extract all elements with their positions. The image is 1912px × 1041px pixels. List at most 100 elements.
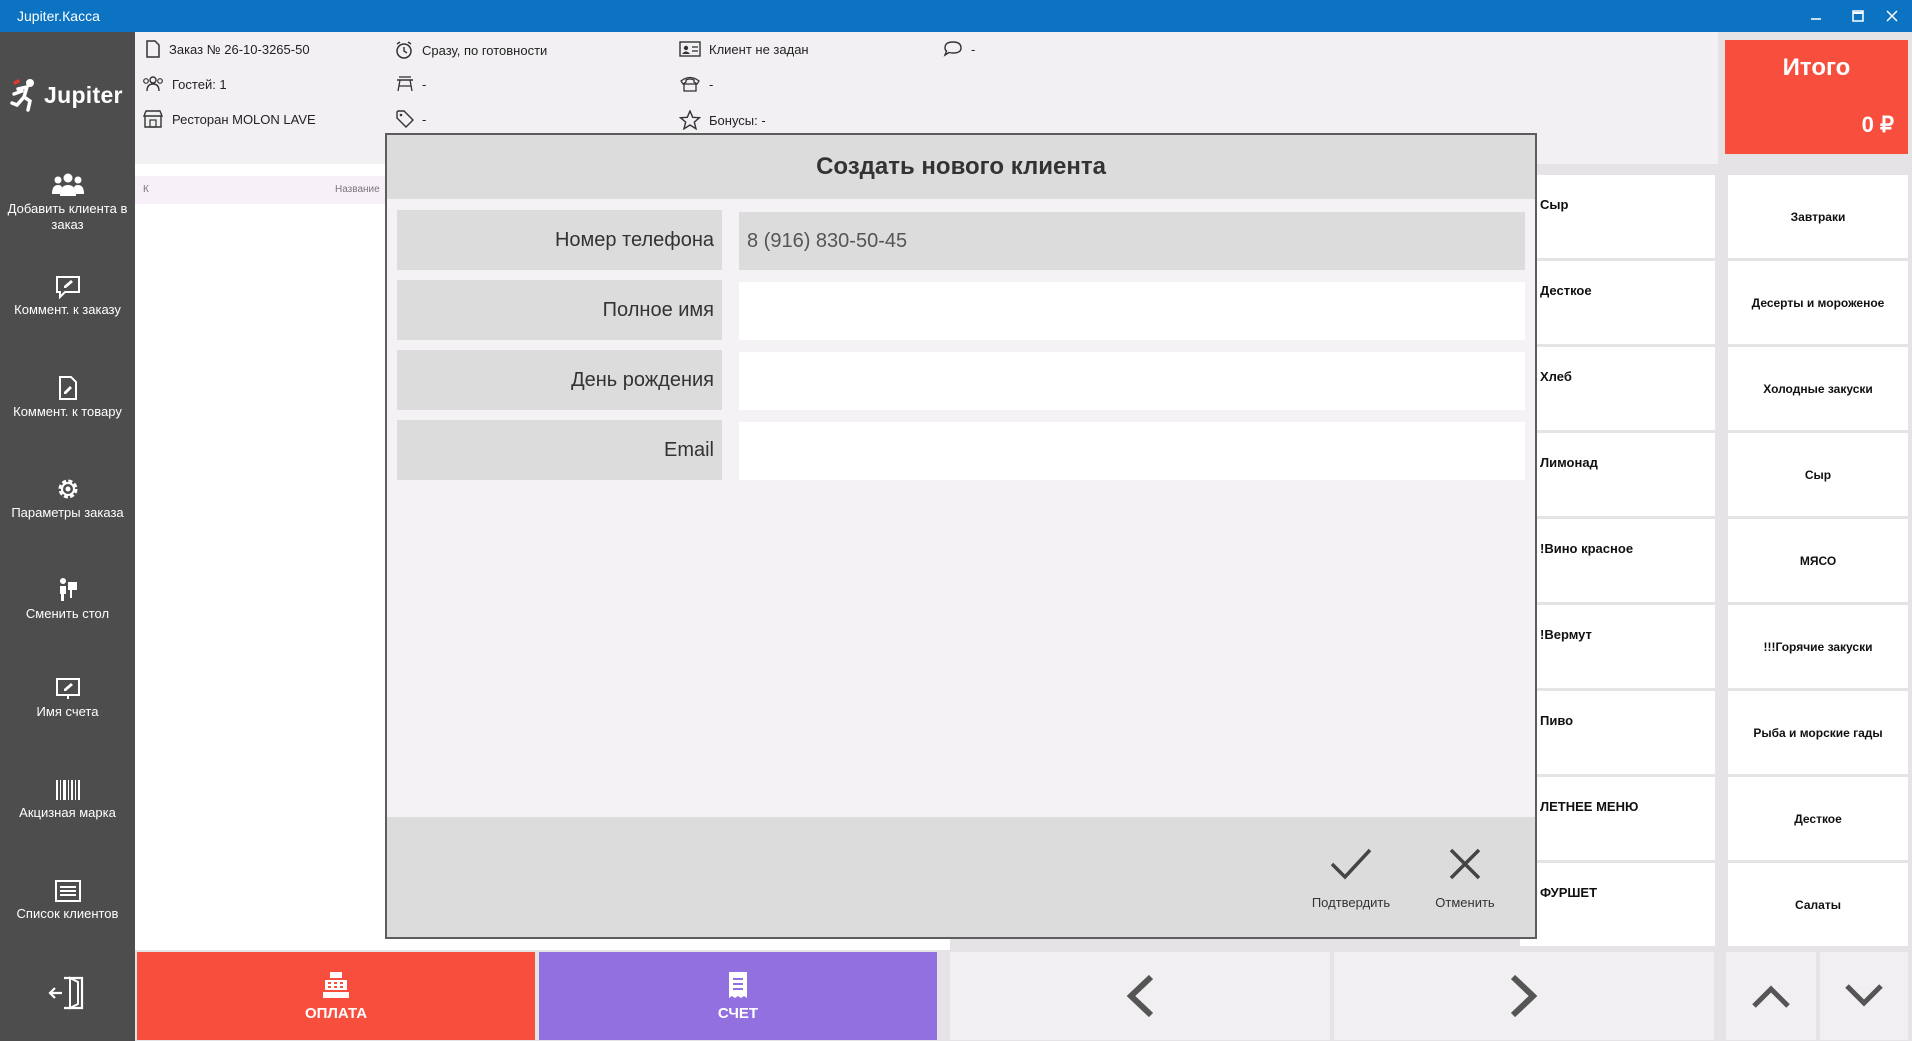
client-bonuses: Бонусы: - <box>679 110 766 130</box>
receipt-icon <box>729 971 747 998</box>
speech-bubble-icon <box>943 41 962 57</box>
sidebar: Jupiter Добавить клиента в заказ Коммент… <box>0 32 135 1041</box>
jupiter-logo-icon <box>10 79 34 112</box>
barcode-icon <box>55 780 80 800</box>
bill-button[interactable]: СЧЕТ <box>539 952 937 1040</box>
next-page-button[interactable] <box>1334 952 1714 1040</box>
confirm-button[interactable]: Подтвердить <box>1307 847 1395 910</box>
sidebar-item-label: Параметры заказа <box>11 505 124 520</box>
exit-icon <box>47 976 83 1010</box>
order-table[interactable]: - <box>396 75 426 93</box>
chevron-right-icon <box>1510 974 1538 1018</box>
category-item[interactable]: ЛЕТНЕЕ МЕНЮ <box>1520 777 1715 860</box>
category-button[interactable]: Холодные закуски <box>1728 347 1908 430</box>
category-button[interactable]: МЯСО <box>1728 519 1908 602</box>
category-button[interactable]: Десткое <box>1728 777 1908 860</box>
pay-label: ОПЛАТА <box>304 1004 368 1022</box>
contact-card-icon <box>679 41 701 57</box>
client-phone: - <box>679 75 713 93</box>
column-name: Название <box>335 184 380 195</box>
pay-button[interactable]: ОПЛАТА <box>137 952 535 1040</box>
cash-register-icon <box>323 971 349 998</box>
star-icon <box>679 110 701 130</box>
cancel-label: Отменить <box>1435 895 1495 910</box>
tag-icon <box>396 110 414 128</box>
total-amount: 0 ₽ <box>1861 112 1894 137</box>
create-client-dialog: Создать нового клиента Номер телефона По… <box>385 133 1537 939</box>
category-button[interactable]: Рыба и морские гады <box>1728 691 1908 774</box>
birthday-label: День рождения <box>397 350 722 410</box>
category-button[interactable]: Салаты <box>1728 863 1908 946</box>
scroll-down-button[interactable] <box>1820 952 1908 1040</box>
sidebar-item-label: Коммент. к заказу <box>14 302 121 317</box>
category-item[interactable]: Хлеб <box>1520 347 1715 430</box>
sidebar-item-add-client[interactable]: Добавить клиента в заказ <box>0 172 135 262</box>
title-bar: Jupiter.Касса <box>0 0 1912 32</box>
email-input[interactable] <box>739 422 1525 480</box>
confirm-label: Подтвердить <box>1311 895 1391 910</box>
category-item[interactable]: Десткое <box>1520 261 1715 344</box>
phone-row: Номер телефона <box>397 210 1525 270</box>
dialog-title: Создать нового клиента <box>387 135 1535 199</box>
birthday-input[interactable] <box>739 352 1525 410</box>
close-window-button[interactable] <box>1868 0 1912 32</box>
category-item[interactable]: Пиво <box>1520 691 1715 774</box>
sidebar-item-label: Коммент. к товару <box>13 404 122 419</box>
minimize-button[interactable] <box>1792 0 1840 32</box>
sidebar-item-change-table[interactable]: Сменить стол <box>0 577 135 667</box>
full-name-input[interactable] <box>739 282 1525 340</box>
sidebar-item-label: Добавить клиента в заказ <box>7 201 128 232</box>
category-item[interactable]: ФУРШЕТ <box>1520 863 1715 946</box>
category-button[interactable]: Десерты и мороженое <box>1728 261 1908 344</box>
sidebar-item-label: Имя счета <box>36 704 99 719</box>
table-icon <box>397 76 413 92</box>
sidebar-item-bill-name[interactable]: Имя счета <box>0 677 135 767</box>
email-row: Email <box>397 420 1525 480</box>
category-item[interactable]: !Вино красное <box>1520 519 1715 602</box>
order-number: Заказ № 26-10-3265-50 <box>145 40 310 58</box>
sidebar-item-client-list[interactable]: Список клиентов <box>0 879 135 969</box>
window-title: Jupiter.Касса <box>17 8 100 24</box>
category-item[interactable]: Лимонад <box>1520 433 1715 516</box>
order-discount[interactable]: - <box>396 110 426 128</box>
maximize-icon <box>1852 10 1864 22</box>
checkmark-icon <box>1330 848 1372 880</box>
sidebar-item-excise-mark[interactable]: Акцизная марка <box>0 778 135 868</box>
users-icon <box>51 173 84 196</box>
guests-count[interactable]: Гостей: 1 <box>142 75 227 93</box>
logo-text: Jupiter <box>44 81 123 108</box>
move-table-icon <box>59 578 77 601</box>
logo: Jupiter <box>10 70 130 120</box>
category-item[interactable]: !Вермут <box>1520 605 1715 688</box>
chevron-down-icon <box>1845 984 1883 1007</box>
order-timing[interactable]: Сразу, по готовности <box>394 40 547 60</box>
order-client[interactable]: Клиент не задан <box>679 40 809 58</box>
phone-label: Номер телефона <box>397 210 722 270</box>
full-name-label: Полное имя <box>397 280 722 340</box>
rename-icon <box>55 678 80 699</box>
category-item[interactable]: Сыр <box>1520 175 1715 258</box>
birthday-row: День рождения <box>397 350 1525 410</box>
list-icon <box>54 880 81 902</box>
sidebar-item-order-comment[interactable]: Коммент. к заказу <box>0 275 135 365</box>
sidebar-item-order-params[interactable]: Параметры заказа <box>0 476 135 566</box>
close-icon <box>1449 848 1481 880</box>
phone-input[interactable] <box>739 212 1525 270</box>
category-button[interactable]: !!!Горячие закуски <box>1728 605 1908 688</box>
exit-button[interactable] <box>0 974 135 1024</box>
email-label: Email <box>397 420 722 480</box>
category-button[interactable]: Завтраки <box>1728 175 1908 258</box>
cancel-button[interactable]: Отменить <box>1421 847 1509 910</box>
bill-label: СЧЕТ <box>717 1004 759 1022</box>
sidebar-item-label: Акцизная марка <box>19 805 116 820</box>
store-icon <box>142 110 164 128</box>
category-button[interactable]: Сыр <box>1728 433 1908 516</box>
close-icon <box>1886 10 1898 22</box>
clock-icon <box>396 41 412 59</box>
order-comment[interactable]: - <box>943 40 975 58</box>
sidebar-item-item-comment[interactable]: Коммент. к товару <box>0 375 135 465</box>
document-edit-icon <box>58 376 77 400</box>
prev-page-button[interactable] <box>950 952 1330 1040</box>
full-name-row: Полное имя <box>397 280 1525 340</box>
scroll-up-button[interactable] <box>1726 952 1816 1040</box>
